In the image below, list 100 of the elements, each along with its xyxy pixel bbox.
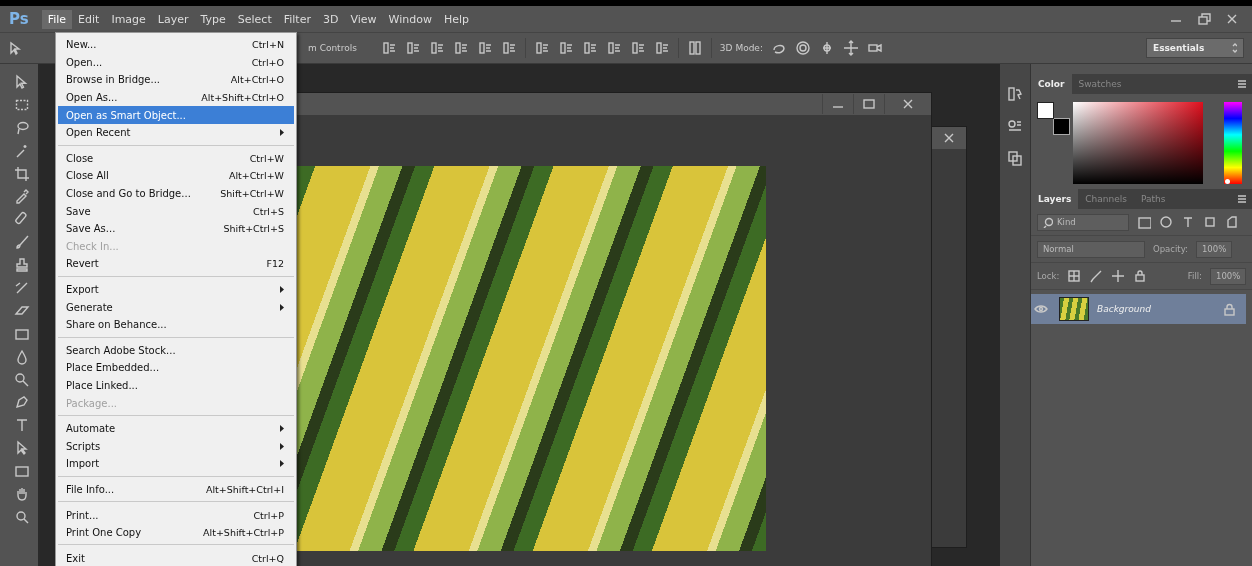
menu-item[interactable]: Print... Ctrl+P [58,506,294,524]
adjustment-filter-icon[interactable] [1159,215,1173,229]
menu-item[interactable]: Open Recent [58,123,294,142]
menu-item[interactable]: New... Ctrl+N [58,36,294,54]
move-tool-icon[interactable] [14,74,30,90]
eye-icon[interactable] [1034,303,1048,315]
filter-dropdown[interactable]: Kind [1037,213,1129,231]
lock-label: Lock: [1037,271,1060,281]
menu-item[interactable]: Export [58,280,294,299]
color-field[interactable] [1073,102,1203,184]
shortcut-text: Shift+Ctrl+W [220,188,284,200]
menu-item[interactable]: Search Adobe Stock... [58,341,294,360]
menu-bar-item[interactable]: Filter [277,9,317,29]
background-color-swatch[interactable] [1053,118,1070,135]
menu-bar-item[interactable]: 3D [317,9,345,29]
menu-item[interactable]: Place Embedded... [58,359,294,377]
menu-bar-item[interactable]: View [344,9,383,29]
path-selection-icon[interactable] [14,440,30,457]
zoom-icon[interactable] [14,508,30,525]
hue-slider[interactable] [1224,102,1242,184]
menu-bar-item[interactable]: Layer [151,9,195,29]
image-filter-icon[interactable] [1137,215,1151,229]
panel-menu-icon[interactable] [1236,79,1248,89]
layer-row[interactable]: Background [1031,294,1246,324]
distribute-right-icon [653,40,670,56]
foreground-color-swatch[interactable] [1037,102,1054,119]
menu-bar-item[interactable]: File [41,9,73,29]
shortcut-text: Alt+Ctrl+W [228,170,284,182]
smart-object-filter-icon[interactable] [1225,215,1239,229]
clone-stamp-icon[interactable] [14,257,30,274]
menu-item[interactable]: File Info... Alt+Shift+Ctrl+I [58,480,294,499]
menu-item[interactable]: Save Ctrl+S [58,202,294,220]
blend-mode-dropdown[interactable]: Normal [1037,240,1145,258]
panel-tab[interactable]: Color [1031,74,1072,94]
menu-item[interactable]: Save As... Shift+Ctrl+S [58,219,294,238]
slide-3d-icon[interactable] [842,40,859,56]
menu-item[interactable]: Open as Smart Object... [58,106,294,124]
distribute-top-icon [533,40,550,56]
menu-item[interactable]: Generate [58,298,294,316]
paragraph-styles-icon[interactable] [1007,150,1023,166]
blur-drop-icon[interactable] [14,348,30,365]
maximize-icon[interactable] [861,96,877,112]
menu-item[interactable]: Exit Ctrl+Q [58,549,294,566]
3d-mode-label: 3D Mode: [719,43,763,53]
menu-bar-item[interactable]: Image [105,9,152,29]
pen-icon[interactable] [14,394,30,411]
menu-item[interactable]: Place Linked... [58,376,294,395]
type-filter-icon[interactable] [1181,215,1195,229]
menu-item[interactable]: Open... Ctrl+O [58,53,294,72]
align-left-icon [452,40,469,56]
menu-bar-item[interactable]: Window [382,9,438,29]
lock-position-icon[interactable] [1111,269,1126,283]
shortcut-text: Alt+Shift+Ctrl+I [205,483,284,495]
menu-item[interactable]: Scripts [58,437,294,456]
menu-bar-item[interactable]: Help [437,9,475,29]
restore-icon[interactable] [1196,11,1212,27]
submenu-arrow-icon [280,129,284,137]
crop-icon[interactable] [14,165,30,182]
auto-align-icon [686,40,703,56]
hand-icon[interactable] [14,486,30,503]
brush-icon[interactable] [14,234,30,251]
lock-pixels-icon[interactable] [1067,269,1082,283]
opacity-field[interactable]: 100% [1195,240,1232,258]
menu-item[interactable]: Automate [58,419,294,438]
properties-icon[interactable] [1007,118,1023,134]
menu-item[interactable]: Print One Copy Alt+Shift+Ctrl+P [58,523,294,542]
submenu-arrow-icon [280,303,284,311]
hue-slider-thumb[interactable] [1225,179,1230,184]
distribute-center-icon [629,40,646,56]
magic-wand-icon[interactable] [14,142,30,159]
menu-item[interactable]: Open As... Alt+Shift+Ctrl+O [58,88,294,107]
fill-field[interactable]: 100% [1210,267,1246,285]
shape-filter-icon[interactable] [1203,215,1217,229]
menu-item[interactable]: Browse in Bridge... Alt+Ctrl+O [58,71,294,89]
submenu-arrow-icon [280,460,284,468]
menu-bar-item[interactable]: Select [231,9,278,29]
panel-tab[interactable]: Layers [1031,189,1079,209]
shortcut-text: Ctrl+O [251,56,284,68]
menu-item[interactable]: Share on Behance... [58,315,294,334]
menu-item[interactable]: Revert F12 [58,255,294,273]
menu-bar-item[interactable]: Edit [72,9,106,29]
history-icon[interactable] [1007,86,1023,102]
rectangle-tool-icon[interactable] [14,463,30,480]
menu-item[interactable]: Close and Go to Bridge... Shift+Ctrl+W [58,184,294,203]
align-bottom-icon [428,40,445,56]
workspace-dropdown[interactable]: Essentials [1146,38,1244,58]
menu-item[interactable]: Close Ctrl+W [58,149,294,168]
filter-text: Kind [1057,217,1076,227]
roll-3d-icon[interactable] [794,40,811,56]
menu-item[interactable]: Import [58,455,294,473]
type-tool-icon[interactable] [14,417,30,434]
menu-item[interactable]: Close All Alt+Ctrl+W [58,167,294,185]
lock-all-icon[interactable] [1133,269,1148,283]
opacity-label: Opacity: [1153,244,1188,254]
menu-bar-item[interactable]: Type [194,9,232,29]
panel-menu-icon[interactable] [1236,194,1248,204]
lasso-icon[interactable] [14,119,30,136]
submenu-arrow-icon [280,442,284,450]
move-tool-icon[interactable] [8,40,24,56]
eyedropper-icon[interactable] [14,188,30,205]
